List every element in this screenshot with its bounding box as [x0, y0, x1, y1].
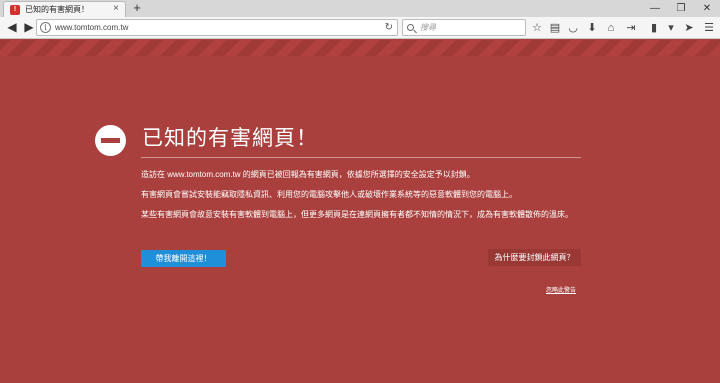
- search-input[interactable]: 搜尋: [402, 19, 526, 36]
- tab-active[interactable]: ! 已知的有害網頁！ ×: [3, 1, 126, 17]
- ignore-warning-link[interactable]: 忽略此警告: [546, 285, 576, 294]
- home-icon[interactable]: ⌂: [604, 20, 618, 36]
- new-tab-button[interactable]: +: [130, 1, 144, 15]
- reload-icon[interactable]: ↻: [385, 21, 393, 34]
- search-placeholder: 搜尋: [420, 23, 436, 32]
- page-title: 已知的有害網頁！: [142, 127, 318, 150]
- get-me-out-button[interactable]: 帶我離開這裡！: [141, 250, 226, 267]
- stop-sign-icon: [95, 125, 126, 156]
- tab-strip: ! 已知的有害網頁！ × + — ❐ ✕: [0, 0, 720, 17]
- url-text[interactable]: www.tomtom.com.tw: [55, 22, 128, 34]
- navigation-toolbar: ◀ ▶ i www.tomtom.com.tw ↻ 搜尋 ☆ ▤ ◡ ⬇ ⌂ ⇥…: [0, 17, 720, 39]
- warning-paragraph-1: 造訪在 www.tomtom.com.tw 的網頁已被回報為有害網頁，依據您所選…: [141, 170, 475, 179]
- minimize-window-button[interactable]: —: [644, 0, 666, 17]
- warning-paragraph-2: 有害網頁會嘗試安裝能竊取隱私資訊、利用您的電腦攻擊他人或破壞作業系統等的惡意軟體…: [141, 190, 517, 199]
- why-blocked-button[interactable]: 為什麼要封鎖此網頁？: [488, 249, 581, 266]
- cursor-extension-icon[interactable]: ➤: [682, 20, 696, 36]
- bookmark-star-icon[interactable]: ☆: [530, 20, 544, 36]
- warning-paragraph-3: 某些有害網頁會故意安裝有害軟體到電腦上，但更多網頁是在連網頁擁有者都不知情的情況…: [141, 210, 573, 219]
- warning-favicon-icon: !: [10, 5, 20, 15]
- url-bar[interactable]: i www.tomtom.com.tw ↻: [36, 19, 398, 36]
- close-window-button[interactable]: ✕: [696, 0, 718, 17]
- reading-list-icon[interactable]: ▤: [548, 20, 562, 36]
- pocket-icon[interactable]: ◡: [566, 20, 580, 36]
- site-info-icon[interactable]: i: [40, 22, 51, 33]
- search-icon: [407, 24, 414, 31]
- dropdown-chevron-icon[interactable]: ▾: [664, 20, 678, 36]
- send-tab-icon[interactable]: ⇥: [624, 20, 638, 36]
- hamburger-menu-icon[interactable]: ☰: [702, 20, 716, 36]
- maximize-window-button[interactable]: ❐: [670, 0, 692, 17]
- tab-title: 已知的有害網頁！: [25, 5, 89, 14]
- divider: [141, 157, 581, 158]
- tab-close-icon[interactable]: ×: [113, 3, 119, 15]
- warning-stripe-banner: [0, 40, 720, 56]
- forward-arrow-icon[interactable]: ▶: [22, 20, 36, 34]
- extension-icon[interactable]: ▮: [647, 20, 661, 36]
- back-arrow-icon[interactable]: ◀: [5, 20, 19, 34]
- downloads-icon[interactable]: ⬇: [585, 20, 599, 36]
